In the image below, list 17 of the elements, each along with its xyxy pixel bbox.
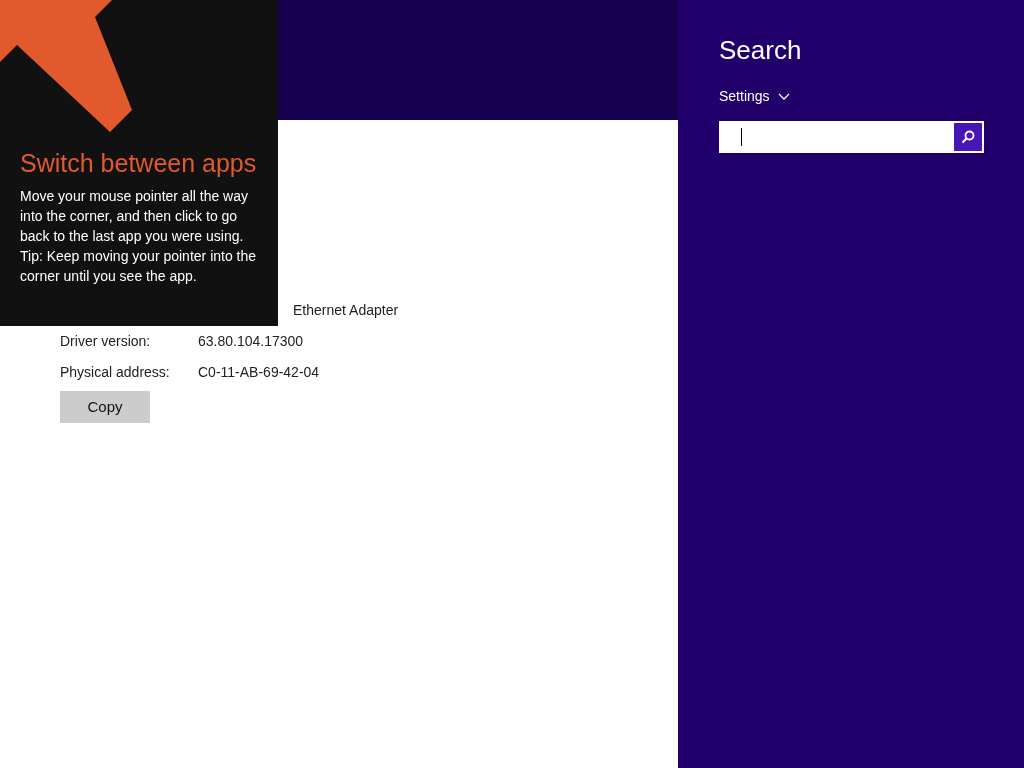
- tip-text: Move your mouse pointer all the way into the corner, and then click to go back to the last app you were using.: [20, 187, 249, 246]
- pane-title: Search: [719, 34, 803, 66]
- arrow-icon: [0, 0, 132, 132]
- chevron-down-icon: [777, 92, 790, 101]
- scope-dropdown[interactable]: Settings: [719, 86, 790, 107]
- field-value: C0-11-AB-69-42-04: [198, 363, 320, 382]
- copy-button[interactable]: Copy: [60, 391, 150, 423]
- field-label: Physical address:: [60, 363, 171, 382]
- tip-title: Switch between apps: [20, 148, 258, 179]
- field-label: Driver version:: [60, 332, 152, 351]
- adapter-name: Ethernet Adapter: [293, 301, 400, 320]
- search-icon: [961, 130, 975, 144]
- search-field[interactable]: [719, 121, 984, 153]
- tip-hint: Tip: Keep moving your pointer into the corner until you see the app.: [20, 247, 258, 286]
- text-cursor: [741, 128, 742, 146]
- search-button[interactable]: [954, 123, 982, 151]
- field-value: 63.80.104.17300: [198, 332, 304, 351]
